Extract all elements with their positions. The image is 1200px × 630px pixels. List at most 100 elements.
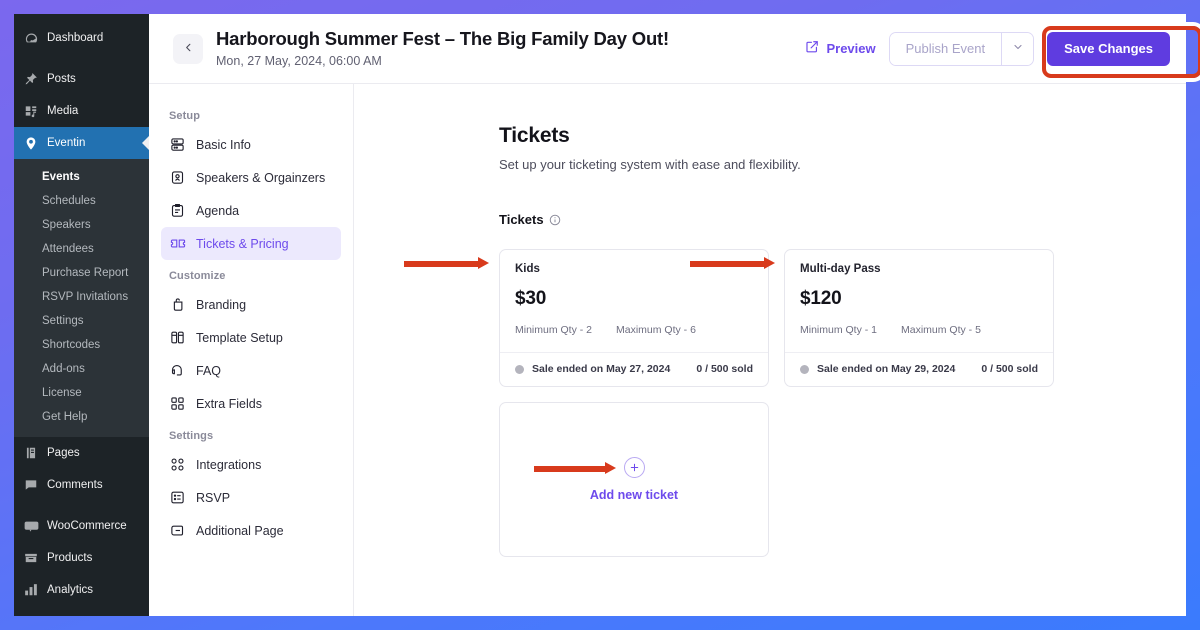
nav-item-branding[interactable]: Branding (161, 288, 341, 321)
preview-label: Preview (826, 41, 876, 56)
ticket-card[interactable]: Kids $30 Minimum Qty - 2 Maximum Qty - 6… (499, 249, 769, 387)
sidebar-subitem-speakers[interactable]: Speakers (14, 213, 149, 237)
sidebar-item-label: Eventin (47, 137, 86, 149)
sidebar-item-woocommerce[interactable]: WooCommerce (14, 510, 149, 542)
sidebar-item-dashboard[interactable]: Dashboard (14, 22, 149, 54)
save-changes-button[interactable]: Save Changes (1047, 31, 1170, 66)
nav-item-extra-fields[interactable]: Extra Fields (161, 387, 341, 420)
speakers-icon (169, 169, 186, 186)
template-icon (169, 329, 186, 346)
sidebar-subitem-shortcodes[interactable]: Shortcodes (14, 333, 149, 357)
sidebar-item-label: Comments (47, 479, 103, 491)
event-topbar: Harborough Summer Fest – The Big Family … (149, 14, 1186, 84)
sidebar-item-posts[interactable]: Posts (14, 63, 149, 95)
analytics-icon (23, 582, 39, 598)
chevron-left-icon (183, 40, 194, 58)
tickets-subheading: Set up your ticketing system with ease a… (499, 157, 801, 172)
publish-event-button[interactable]: Publish Event (889, 32, 1002, 65)
ticket-max-qty: Maximum Qty - 6 (616, 324, 696, 336)
ticket-card-footer: Sale ended on May 27, 2024 0 / 500 sold (500, 352, 768, 386)
ticket-icon (169, 235, 186, 252)
publish-event-group: Publish Event (888, 31, 1035, 66)
sidebar-item-label: Media (47, 105, 79, 117)
rsvp-icon (169, 489, 186, 506)
sidebar-item-analytics[interactable]: Analytics (14, 574, 149, 606)
sidebar-subitem-schedules[interactable]: Schedules (14, 189, 149, 213)
sidebar-subitem-purchase-report[interactable]: Purchase Report (14, 261, 149, 285)
info-icon[interactable] (549, 214, 561, 226)
branding-icon (169, 296, 186, 313)
nav-item-rsvp[interactable]: RSVP (161, 481, 341, 514)
nav-item-faq[interactable]: FAQ (161, 354, 341, 387)
ticket-min-qty: Minimum Qty - 2 (515, 324, 593, 336)
sidebar-item-products[interactable]: Products (14, 542, 149, 574)
ticket-min-qty: Minimum Qty - 1 (800, 324, 878, 336)
chevron-down-icon (1012, 40, 1024, 58)
back-button[interactable] (173, 33, 203, 64)
sidebar-divider-2 (14, 501, 149, 510)
sidebar-subitem-settings[interactable]: Settings (14, 309, 149, 333)
ticket-sold-count: 0 / 500 sold (696, 363, 753, 375)
nav-item-agenda[interactable]: Agenda (161, 194, 341, 227)
wp-admin-sidebar: Dashboard Posts Media Eventin Events Sch… (14, 14, 149, 616)
nav-item-label: Tickets & Pricing (196, 236, 289, 251)
nav-item-label: Additional Page (196, 523, 284, 538)
eventin-submenu: Events Schedules Speakers Attendees Purc… (14, 159, 149, 437)
plus-circle-icon (623, 457, 645, 478)
additional-page-icon (169, 522, 186, 539)
nav-item-tickets-pricing[interactable]: Tickets & Pricing (161, 227, 341, 260)
nav-item-label: RSVP (196, 490, 231, 505)
topbar-actions: Preview Publish Event Save Changes (805, 31, 1172, 66)
sidebar-item-label: Analytics (47, 584, 94, 596)
nav-item-label: FAQ (196, 363, 222, 378)
event-title-block: Harborough Summer Fest – The Big Family … (216, 27, 805, 70)
sidebar-divider (14, 54, 149, 63)
nav-item-basic-info[interactable]: Basic Info (161, 128, 341, 161)
sidebar-item-label: Dashboard (47, 32, 104, 44)
ticket-sold-count: 0 / 500 sold (981, 363, 1038, 375)
publish-dropdown-toggle[interactable] (1001, 32, 1034, 65)
comment-icon (23, 477, 39, 493)
sidebar-item-eventin[interactable]: Eventin (14, 127, 149, 159)
nav-item-label: Extra Fields (196, 396, 262, 411)
page-title: Harborough Summer Fest – The Big Family … (216, 28, 669, 49)
sidebar-item-label: Pages (47, 447, 80, 459)
nav-item-label: Template Setup (196, 330, 283, 345)
sidebar-subitem-get-help[interactable]: Get Help (14, 405, 149, 429)
nav-item-label: Agenda (196, 203, 240, 218)
event-date: Mon, 27 May, 2024, 06:00 AM (216, 54, 382, 68)
extra-fields-icon (169, 395, 186, 412)
sidebar-subitem-attendees[interactable]: Attendees (14, 237, 149, 261)
ticket-card[interactable]: Multi-day Pass $120 Minimum Qty - 1 Maxi… (784, 249, 1054, 387)
sidebar-subitem-addons[interactable]: Add-ons (14, 357, 149, 381)
nav-item-integrations[interactable]: Integrations (161, 448, 341, 481)
add-new-ticket-card[interactable]: Add new ticket (499, 402, 769, 557)
basic-info-icon (169, 136, 186, 153)
preview-button[interactable]: Preview (805, 40, 876, 57)
ticket-name: Multi-day Pass (800, 263, 881, 275)
sidebar-item-comments[interactable]: Comments (14, 469, 149, 501)
ticket-price: $30 (515, 288, 547, 309)
ticket-status-label: Sale ended on May 29, 2024 (817, 363, 956, 375)
marketing-icon (23, 614, 39, 616)
products-icon (23, 550, 39, 566)
sidebar-item-marketing[interactable]: Marketing (14, 606, 149, 616)
nav-item-speakers-organizers[interactable]: Speakers & Orgainzers (161, 161, 341, 194)
sidebar-subitem-rsvp-invitations[interactable]: RSVP Invitations (14, 285, 149, 309)
sidebar-item-pages[interactable]: Pages (14, 437, 149, 469)
sidebar-item-label: Products (47, 552, 93, 564)
nav-item-additional-page[interactable]: Additional Page (161, 514, 341, 547)
nav-group-customize-title: Customize (169, 270, 226, 282)
pages-icon (23, 445, 39, 461)
sidebar-item-label: Posts (47, 73, 76, 85)
sidebar-subitem-license[interactable]: License (14, 381, 149, 405)
sidebar-item-media[interactable]: Media (14, 95, 149, 127)
ticket-card-body: Kids $30 Minimum Qty - 2 Maximum Qty - 6 (500, 250, 768, 352)
tickets-card-grid: Kids $30 Minimum Qty - 2 Maximum Qty - 6… (499, 249, 1055, 557)
sidebar-subitem-events[interactable]: Events (14, 165, 149, 189)
nav-item-template-setup[interactable]: Template Setup (161, 321, 341, 354)
nav-item-label: Branding (196, 297, 247, 312)
tickets-section-text: Tickets (499, 212, 544, 227)
ticket-qty-row: Minimum Qty - 1 Maximum Qty - 5 (800, 324, 1038, 336)
browser-frame: Dashboard Posts Media Eventin Events Sch… (14, 14, 1186, 616)
